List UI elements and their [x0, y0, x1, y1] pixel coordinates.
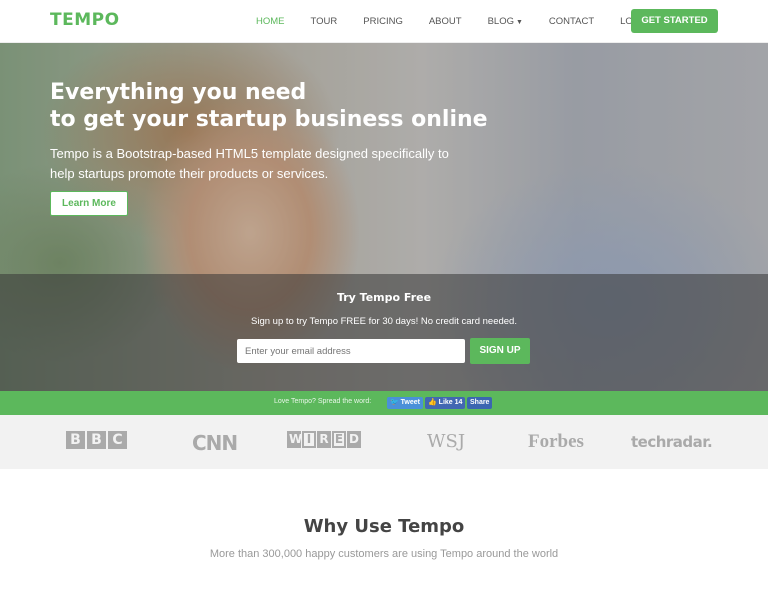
why-section-subtitle: More than 300,000 happy customers are us… [209, 548, 559, 560]
bbc-logo: B B C [66, 431, 127, 449]
signup-panel: Try Tempo Free Sign up to try Tempo FREE… [0, 274, 768, 391]
learn-more-button[interactable]: Learn More [50, 191, 128, 216]
nav-item-about[interactable]: ABOUT [429, 16, 462, 27]
tweet-button[interactable]: 🐦 Tweet [387, 397, 423, 409]
sign-up-button[interactable]: SIGN UP [470, 338, 530, 364]
tweet-label: Tweet [400, 399, 420, 406]
like-label: Like 14 [438, 399, 463, 406]
facebook-like-button[interactable]: 👍 Like 14 [425, 397, 466, 409]
nav-item-home[interactable]: HOME [256, 16, 285, 27]
wired-logo-letter: D [347, 431, 361, 448]
nav-item-contact[interactable]: CONTACT [549, 16, 594, 27]
wired-logo-letter: E [332, 431, 346, 448]
thumbs-up-icon: 👍 [428, 399, 437, 406]
hero-title: Everything you need to get your startup … [50, 79, 510, 133]
hero-title-line1: Everything you need [50, 80, 307, 105]
twitter-bird-icon: 🐦 [390, 399, 399, 406]
why-section-title: Why Use Tempo [303, 516, 465, 537]
signup-text: Sign up to try Tempo FREE for 30 days! N… [251, 316, 517, 327]
techradar-logo: techradar. [631, 433, 713, 451]
bbc-logo-letter: B [87, 431, 106, 449]
get-started-button[interactable]: GET STARTED [631, 9, 718, 33]
chevron-down-icon: ▼ [515, 19, 523, 26]
wired-logo-letter: I [302, 431, 316, 448]
wired-logo-letter: R [317, 431, 331, 448]
hero-section: Everything you need to get your startup … [0, 43, 768, 391]
nav-item-tour[interactable]: TOUR [311, 16, 338, 27]
nav-item-pricing[interactable]: PRICING [363, 16, 403, 27]
nav-item-blog-label: BLOG [487, 16, 514, 27]
cnn-logo: CNN [192, 431, 238, 455]
share-text: Love Tempo? Spread the word: [274, 398, 372, 405]
wsj-logo: WSJ [427, 431, 466, 452]
nav-item-blog[interactable]: BLOG ▼ [488, 16, 523, 27]
signup-title: Try Tempo Free [336, 291, 432, 304]
hero-title-line2: to get your startup business online [50, 107, 488, 132]
email-field[interactable] [237, 339, 465, 363]
brand-logo[interactable]: TEMPO [50, 10, 120, 30]
hero-subtitle: Tempo is a Bootstrap-based HTML5 templat… [50, 146, 449, 181]
bbc-logo-letter: B [66, 431, 85, 449]
press-logos: B B C CNN W I R E D WSJ Forbes techradar… [0, 415, 768, 469]
facebook-share-button[interactable]: Share [467, 397, 493, 409]
wired-logo-letter: W [287, 431, 303, 448]
wired-logo: W I R E D [287, 431, 361, 448]
bbc-logo-letter: C [108, 431, 127, 449]
social-share-bar: Love Tempo? Spread the word: 🐦 Tweet 👍 L… [0, 391, 768, 415]
forbes-logo: Forbes [528, 431, 584, 452]
main-nav: HOME TOUR PRICING ABOUT BLOG▼ CONTACT LO… [256, 16, 652, 27]
navbar: TEMPO HOME TOUR PRICING ABOUT BLOG ▼ CONT… [0, 0, 768, 43]
